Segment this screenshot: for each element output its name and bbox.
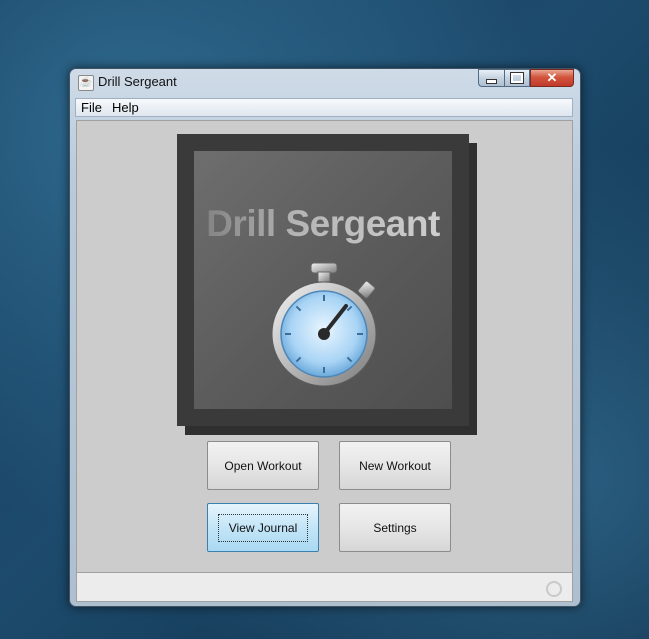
title-bar[interactable]: ☕ Drill Sergeant ✕ <box>70 69 580 95</box>
view-journal-button[interactable]: View Journal <box>207 503 319 552</box>
stopwatch-icon <box>271 262 377 387</box>
busy-indicator-icon <box>546 581 562 597</box>
settings-label: Settings <box>373 520 417 535</box>
logo-title: Drill Sergeant <box>194 203 452 245</box>
window-title: Drill Sergeant <box>98 74 177 89</box>
maximize-button[interactable] <box>504 69 530 87</box>
java-cup-icon[interactable]: ☕ <box>78 75 94 91</box>
view-journal-label: View Journal <box>217 513 309 542</box>
new-workout-button[interactable]: New Workout <box>339 441 451 490</box>
new-workout-label: New Workout <box>359 458 431 473</box>
app-logo: Drill Sergeant <box>177 134 469 426</box>
content-panel: Drill Sergeant Open Workout New Workout … <box>76 120 573 602</box>
open-workout-button[interactable]: Open Workout <box>207 441 319 490</box>
maximize-icon <box>510 72 524 84</box>
menu-help[interactable]: Help <box>107 100 144 115</box>
settings-button[interactable]: Settings <box>339 503 451 552</box>
logo-panel: Drill Sergeant <box>194 151 452 409</box>
close-button[interactable]: ✕ <box>530 69 574 87</box>
status-bar <box>76 572 573 602</box>
main-window: ☕ Drill Sergeant ✕ File Help Drill Serge… <box>69 68 581 607</box>
minimize-icon <box>486 78 497 84</box>
close-icon: ✕ <box>546 70 558 85</box>
menu-file[interactable]: File <box>76 100 107 115</box>
open-workout-label: Open Workout <box>224 458 302 473</box>
menu-bar: File Help <box>75 98 573 117</box>
window-controls: ✕ <box>478 69 574 87</box>
minimize-button[interactable] <box>478 69 504 87</box>
